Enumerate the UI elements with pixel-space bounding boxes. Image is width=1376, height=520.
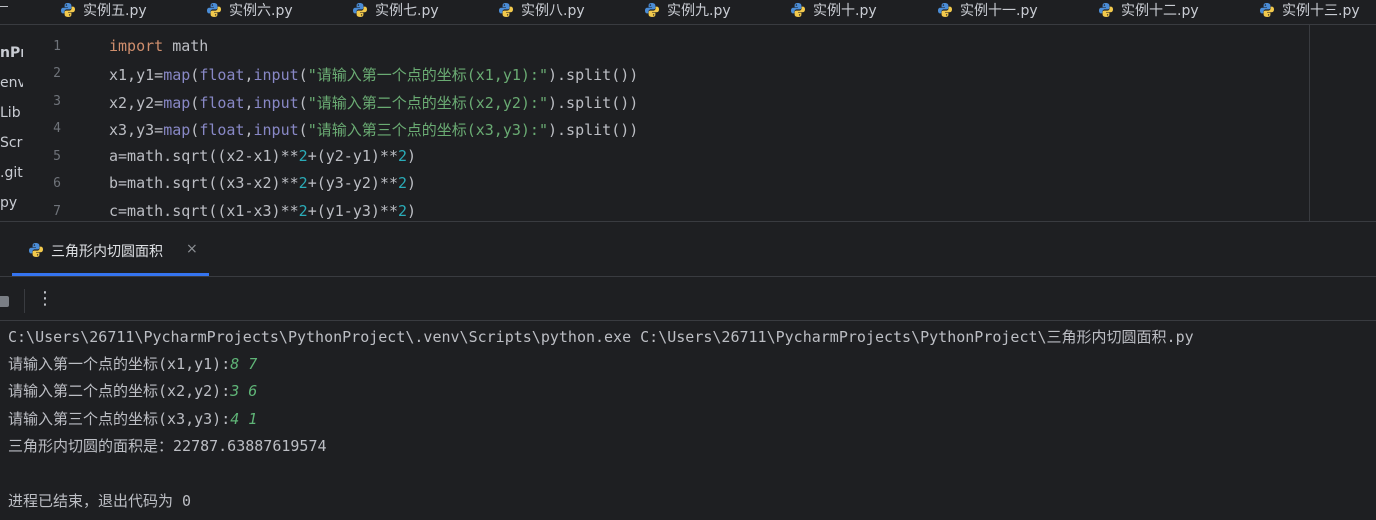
console-output[interactable]: C:\Users\26711\PycharmProjects\PythonPro…	[0, 320, 1376, 520]
tab-label: 实例五.py	[83, 3, 147, 19]
tab-shili-13[interactable]: 实例十三.py	[1259, 0, 1360, 20]
tab-shili-7[interactable]: 实例七.py	[352, 0, 439, 20]
run-tab-label: 三角形内切圆面积	[51, 244, 163, 260]
python-run-icon	[29, 243, 43, 257]
tab-label: 实例八.py	[521, 3, 585, 19]
tab-shili-8[interactable]: 实例八.py	[498, 0, 585, 20]
run-toolbar: ⋮	[0, 277, 1376, 319]
console-prompt-line: 请输入第三个点的坐标(x3,y3):4 1	[8, 408, 257, 429]
line-number: 4	[53, 121, 61, 136]
python-file-icon	[1260, 3, 1274, 17]
prompt-text: 请输入第二个点的坐标(x2,y2):	[8, 382, 231, 400]
console-result: 三角形内切圆的面积是：22787.63887619574	[8, 437, 327, 455]
tab-label: 实例十一.py	[960, 3, 1038, 19]
project-tree-panel: nPr env Lib Scr .giti py	[0, 25, 23, 221]
code-line[interactable]: x1,y1=map(float,input("请输入第一个点的坐标(x1,y1)…	[109, 64, 638, 85]
python-file-icon	[645, 3, 659, 17]
tab-shili-9[interactable]: 实例九.py	[644, 0, 731, 20]
python-file-icon	[499, 3, 513, 17]
console-command: C:\Users\26711\PycharmProjects\PythonPro…	[8, 328, 1194, 346]
tab-label: 实例九.py	[667, 3, 731, 19]
tab-label: 实例十.py	[813, 3, 877, 19]
tab-shili-12[interactable]: 实例十二.py	[1098, 0, 1199, 20]
console-prompt-line: 请输入第一个点的坐标(x1,y1):8 7	[8, 353, 257, 374]
close-icon[interactable]: ×	[186, 241, 198, 257]
run-tool-window: 三角形内切圆面积 × ⋮ C:\Users\26711\PycharmProje…	[0, 221, 1376, 520]
line-number: 1	[53, 39, 61, 54]
code-line[interactable]: c=math.sqrt((x1-x3)**2+(y1-y3)**2)	[109, 202, 416, 220]
divider	[24, 289, 25, 313]
python-file-icon	[207, 3, 221, 17]
console-prompt-line: 请输入第二个点的坐标(x2,y2):3 6	[8, 380, 257, 401]
prompt-text: 请输入第一个点的坐标(x1,y1):	[8, 355, 231, 373]
code-line[interactable]: a=math.sqrt((x2-x1)**2+(y2-y1)**2)	[109, 147, 416, 165]
project-item[interactable]: .giti	[0, 165, 23, 181]
user-input: 8 7	[230, 355, 258, 373]
code-line[interactable]: b=math.sqrt((x3-x2)**2+(y3-y2)**2)	[109, 174, 416, 192]
python-file-icon	[791, 3, 805, 17]
line-number: 5	[53, 149, 61, 164]
tab-label: 实例十三.py	[1282, 3, 1360, 19]
code-line[interactable]: x2,y2=map(float,input("请输入第二个点的坐标(x2,y2)…	[109, 92, 638, 113]
project-item[interactable]: nPr	[0, 45, 23, 61]
prompt-text: 请输入第三个点的坐标(x3,y3):	[8, 410, 231, 428]
tab-label: 实例十二.py	[1121, 3, 1199, 19]
python-file-icon	[938, 3, 952, 17]
right-margin-guide	[1309, 25, 1310, 221]
user-input: 3 6	[230, 382, 258, 400]
user-input: 4 1	[230, 410, 258, 428]
code-line[interactable]: import math	[109, 37, 208, 55]
tab-shili-5[interactable]: 实例五.py	[60, 0, 147, 20]
python-file-icon	[61, 3, 75, 17]
project-item[interactable]: env	[0, 75, 23, 91]
line-number: 3	[53, 94, 61, 109]
more-vertical-icon[interactable]: ⋮	[36, 286, 54, 312]
tab-shili-11[interactable]: 实例十一.py	[937, 0, 1038, 20]
stop-icon[interactable]	[0, 296, 9, 307]
project-item[interactable]: py	[0, 195, 17, 211]
tab-shili-10[interactable]: 实例十.py	[790, 0, 877, 20]
project-item[interactable]: Lib	[0, 105, 21, 121]
console-exit-message: 进程已结束，退出代码为 0	[8, 492, 192, 510]
project-item[interactable]: Scr	[0, 135, 22, 151]
line-number: 7	[53, 204, 61, 219]
code-editor[interactable]: 1 2 3 4 5 6 7 import math x1,y1=map(floa…	[23, 25, 1376, 221]
code-line[interactable]: x3,y3=map(float,input("请输入第三个点的坐标(x3,y3)…	[109, 119, 638, 140]
line-number: 6	[53, 176, 61, 191]
line-number: 2	[53, 66, 61, 81]
python-file-icon	[1099, 3, 1113, 17]
python-file-icon	[353, 3, 367, 17]
tab-shili-6[interactable]: 实例六.py	[206, 0, 293, 20]
tabbar-edge-marker	[0, 6, 8, 7]
tab-label: 实例六.py	[229, 3, 293, 19]
run-config-tab[interactable]: 三角形内切圆面积 ×	[12, 222, 209, 276]
tab-label: 实例七.py	[375, 3, 439, 19]
editor-tab-bar: 实例五.py 实例六.py 实例七.py 实例八.py 实例九.py 实例十.p…	[0, 0, 1376, 25]
